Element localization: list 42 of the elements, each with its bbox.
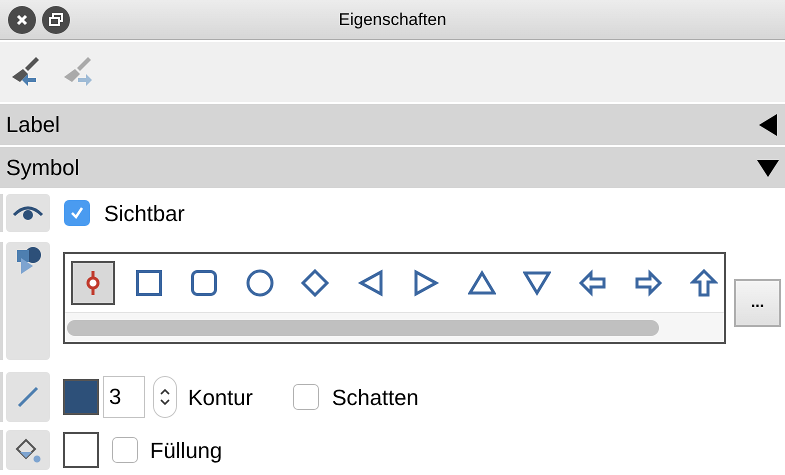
restore-icon [49, 12, 63, 26]
checkbox[interactable] [292, 384, 319, 410]
color-swatch[interactable] [63, 379, 99, 415]
chevron-up-icon [160, 389, 170, 395]
arrow-up-icon [690, 269, 718, 297]
number-field[interactable]: 3 [103, 376, 145, 418]
restore-button[interactable] [42, 6, 70, 34]
field-label: Kontur [188, 384, 253, 412]
section-header[interactable]: Label [0, 104, 785, 145]
eye-icon [6, 194, 50, 232]
scrollbar-thumb[interactable] [67, 320, 659, 336]
window-title: Eigenschaften [338, 8, 446, 31]
color-swatch[interactable] [63, 432, 99, 468]
diamond-icon [301, 269, 329, 297]
arrow-left-icon [578, 269, 606, 297]
section-title: Symbol [6, 154, 80, 182]
circle-icon [246, 269, 274, 297]
section-title: Label [6, 111, 60, 139]
triangle-right-icon [412, 269, 440, 297]
chevron-down-icon [160, 399, 170, 405]
section-header[interactable]: Symbol [0, 147, 785, 188]
symbol-option[interactable] [71, 261, 115, 305]
rounded-square-icon [190, 269, 218, 297]
checkbox[interactable] [112, 437, 138, 463]
triangle-left-icon [757, 114, 779, 136]
checkbox[interactable] [64, 200, 90, 226]
paint-bucket-icon [6, 430, 50, 470]
close-icon [16, 14, 28, 26]
square-icon [134, 269, 162, 297]
checkmark-icon [69, 205, 85, 221]
stepper[interactable] [153, 376, 177, 418]
triangle-up-icon [468, 269, 496, 297]
checkbox-label: Sichtbar [104, 200, 185, 228]
checkbox-label: Schatten [332, 384, 419, 412]
more-button[interactable]: ... [734, 279, 781, 327]
symbol-icon [6, 242, 50, 360]
triangle-left-icon [356, 269, 384, 297]
triangle-down-icon [523, 269, 551, 297]
arrow-right-icon [634, 269, 662, 297]
close-button[interactable] [8, 6, 36, 34]
scrollbar[interactable] [65, 312, 724, 342]
checkbox-label: Füllung [150, 436, 222, 465]
